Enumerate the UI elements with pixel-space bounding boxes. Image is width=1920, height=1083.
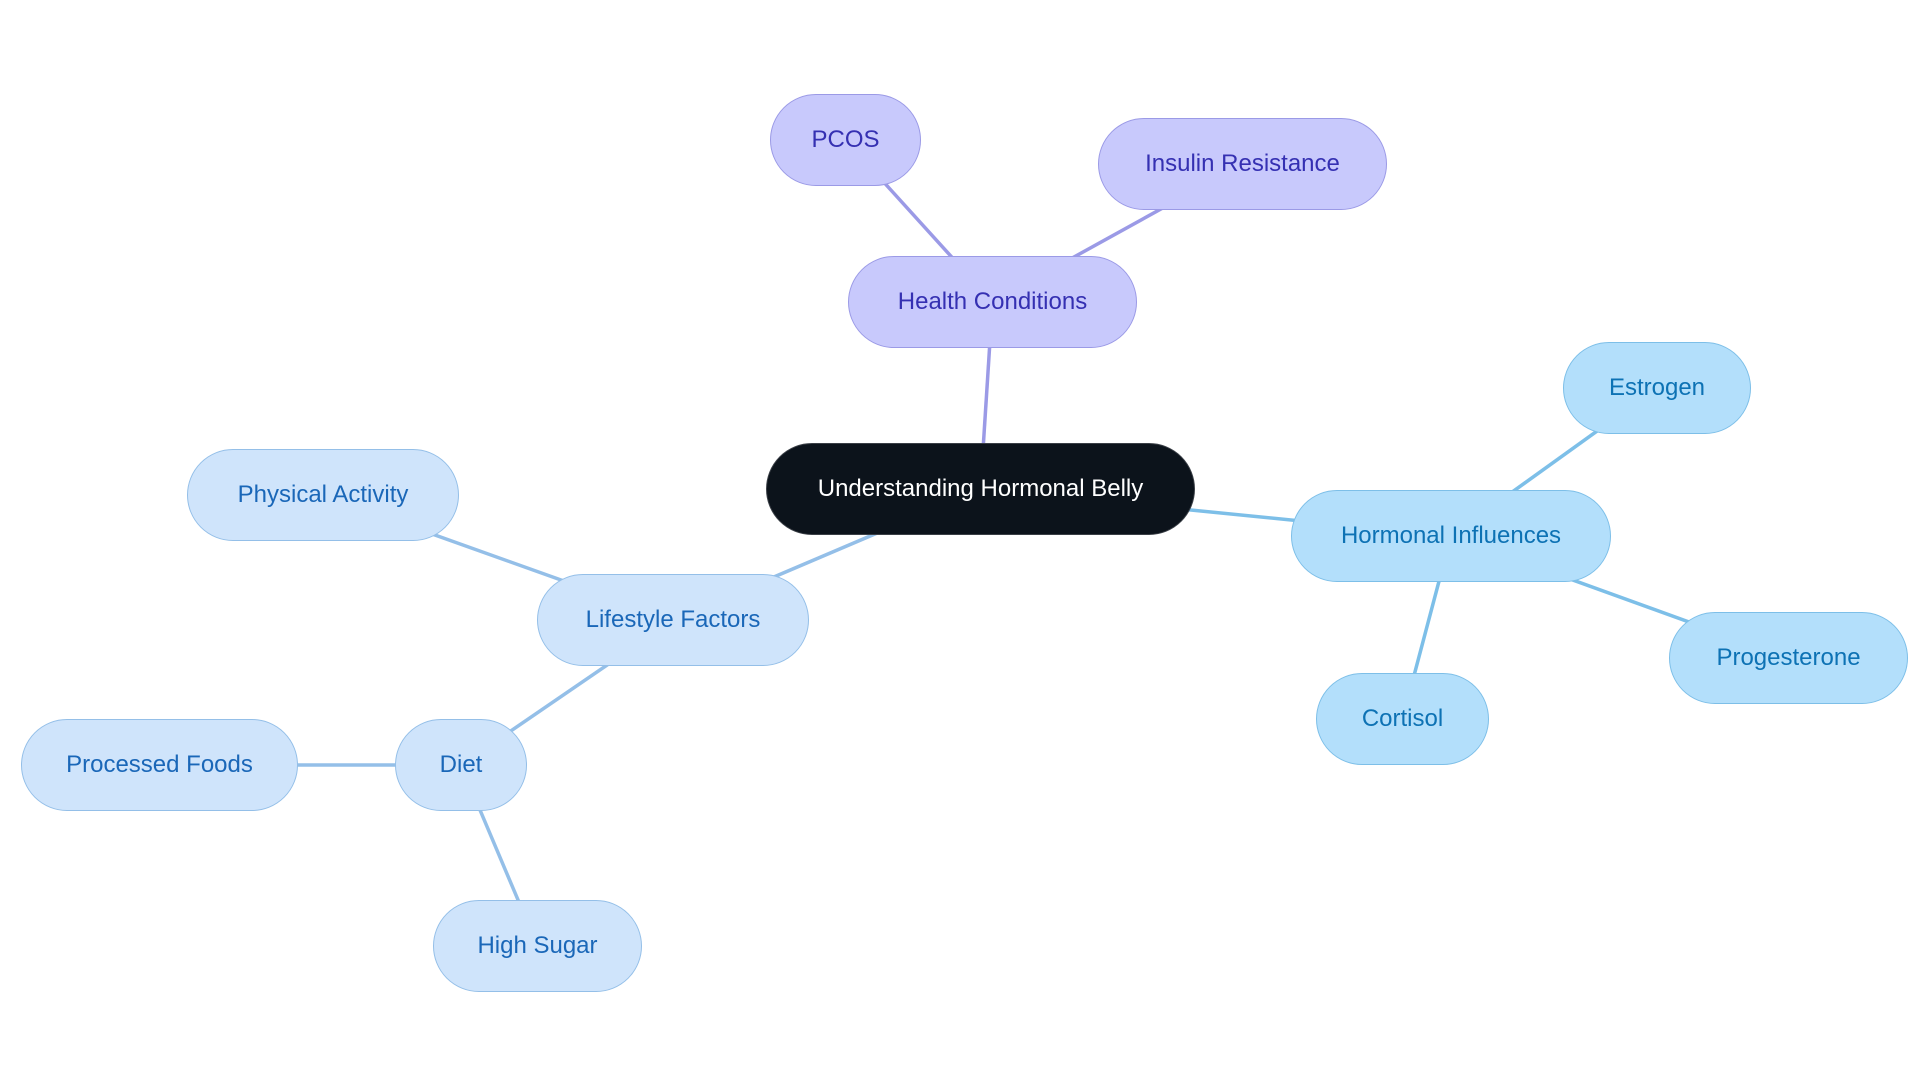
node-insulin-resistance[interactable]: Insulin Resistance <box>1098 118 1387 210</box>
node-progesterone[interactable]: Progesterone <box>1669 612 1908 704</box>
node-high-sugar[interactable]: High Sugar <box>433 900 642 992</box>
node-processed-foods[interactable]: Processed Foods <box>21 719 298 811</box>
node-estrogen[interactable]: Estrogen <box>1563 342 1751 434</box>
node-health-conditions[interactable]: Health Conditions <box>848 256 1137 348</box>
root-node[interactable]: Understanding Hormonal Belly <box>766 443 1195 535</box>
node-cortisol[interactable]: Cortisol <box>1316 673 1489 765</box>
node-physical-activity[interactable]: Physical Activity <box>187 449 459 541</box>
node-pcos[interactable]: PCOS <box>770 94 921 186</box>
node-diet[interactable]: Diet <box>395 719 527 811</box>
node-hormonal-influences[interactable]: Hormonal Influences <box>1291 490 1611 582</box>
mind-map-edges <box>159 138 1790 947</box>
node-lifestyle-factors[interactable]: Lifestyle Factors <box>537 574 809 666</box>
